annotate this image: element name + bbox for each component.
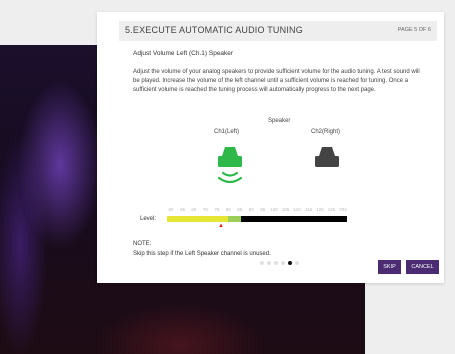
level-tick-label: 95 [260,207,266,212]
level-tick-label: 60 [168,207,174,212]
level-tick-label: 80 [225,207,231,212]
dialog-header: 5.EXECUTE AUTOMATIC AUDIO TUNING PAGE 5 … [119,21,437,41]
step-subtitle: Adjust Volume Left (Ch.1) Speaker [133,50,234,57]
level-tick-label: 70 [202,207,208,212]
level-marker-icon: ▲ [218,223,224,229]
level-tick-label: 115 [305,207,313,212]
page-dot [267,261,271,265]
level-tick-label: 85 [237,207,243,212]
level-tick-label: 65 [191,207,197,212]
level-tick-label: 105 [281,207,290,212]
speaker-heading: Speaker [268,118,291,124]
page-dot [295,261,299,265]
level-tick-label: 65 [179,207,185,212]
left-speaker-icon [217,147,243,184]
level-tick-label: 100 [270,207,278,212]
level-tick-label: 125 [327,207,336,212]
page-dot [281,261,285,265]
level-tick-label: 110 [293,207,301,212]
level-tick-row: 60 65 65 70 75 80 85 90 95 100 105 110 115 120 125 204 [167,207,347,215]
level-meter-yellow [167,216,229,222]
instructions-text: Adjust the volume of your analog speaker… [133,69,420,93]
dialog-title: 5.EXECUTE AUTOMATIC AUDIO TUNING [125,25,303,35]
page-dot [288,261,292,265]
note-text: Skip this step if the Left Speaker chann… [133,251,271,257]
level-tick-label: 90 [248,207,254,212]
level-label: Level: [140,216,157,222]
page-dots [260,261,302,267]
level-tick-label: 75 [214,207,220,212]
level-meter [167,216,347,222]
page-dot [274,261,278,265]
skip-button[interactable]: SKIP [378,260,401,274]
note-label: NOTE: [133,241,152,247]
left-channel-label: Ch1(Left) [214,129,240,135]
page-indicator: PAGE 5 OF 6 [397,27,431,33]
level-tick-label: 204 [339,207,347,212]
cancel-button[interactable]: CANCEL [406,260,439,274]
tuning-dialog: 5.EXECUTE AUTOMATIC AUDIO TUNING PAGE 5 … [97,12,444,283]
page-dot [260,261,264,265]
level-tick-label: 120 [316,207,324,212]
right-channel-label: Ch2(Right) [311,129,341,135]
level-meter-green [228,216,241,222]
right-speaker-icon [315,147,339,167]
